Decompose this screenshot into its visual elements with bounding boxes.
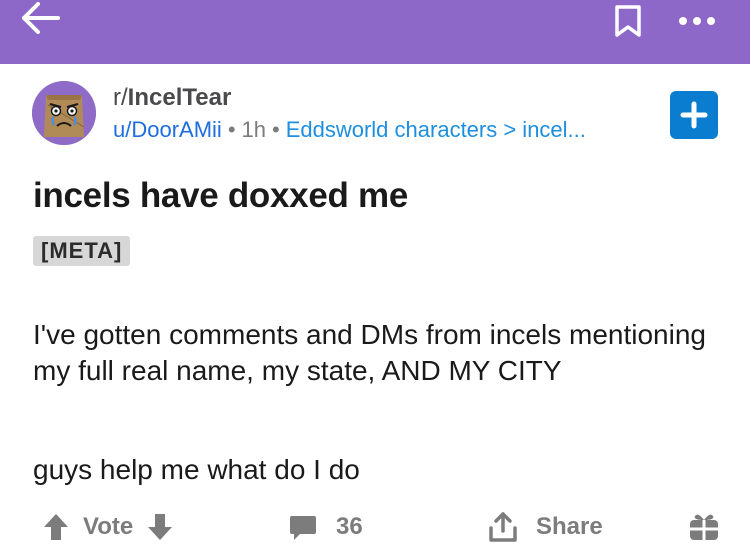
share-icon (489, 512, 517, 542)
comment-icon (290, 516, 316, 540)
vote-label: Vote (83, 513, 134, 540)
arrow-left-icon (22, 2, 60, 34)
comments-button[interactable]: 36 (288, 500, 363, 554)
upvote-button[interactable] (43, 513, 69, 541)
paper-bag-avatar-icon (32, 81, 96, 145)
comment-count: 36 (336, 513, 363, 540)
post-age: 1h (241, 117, 266, 142)
top-app-bar (0, 0, 750, 64)
arrow-up-icon (44, 514, 68, 540)
author-link[interactable]: u/DoorAMii (113, 117, 222, 142)
post-title: incels have doxxed me (33, 176, 408, 215)
post-header: r/IncelTear u/DoorAMii • 1h • Eddsworld char… (0, 64, 750, 164)
arrow-down-icon (148, 514, 173, 540)
user-flair[interactable]: Eddsworld characters > incel... (286, 117, 586, 142)
post-body-paragraph: I've gotten comments and DMs from incels… (33, 319, 706, 386)
gift-icon (690, 514, 718, 540)
save-post-button[interactable] (612, 2, 644, 40)
post-body-paragraph: guys help me what do I do (33, 454, 360, 485)
more-options-button[interactable] (672, 4, 722, 34)
downvote-button[interactable] (147, 513, 173, 541)
meta-separator: • (272, 117, 280, 142)
share-button[interactable]: Share (488, 500, 603, 554)
meta-separator: • (227, 117, 236, 142)
give-award-button[interactable] (688, 510, 720, 542)
back-button[interactable] (18, 0, 62, 40)
more-horizontal-icon (679, 17, 715, 25)
vote-controls: Vote (43, 500, 173, 554)
plus-icon (680, 101, 708, 129)
bookmark-icon (615, 5, 641, 37)
subreddit-name[interactable]: r/IncelTear (113, 84, 231, 112)
subreddit-prefix: r/ (113, 84, 128, 111)
join-subreddit-button[interactable] (670, 91, 718, 139)
post-meta: u/DoorAMii • 1h • Eddsworld characters > inc… (113, 117, 586, 143)
share-label: Share (536, 513, 603, 540)
post-action-bar: Vote 36 Share (0, 500, 750, 554)
subreddit-label: IncelTear (127, 84, 232, 111)
subreddit-avatar[interactable] (32, 81, 96, 145)
post-flair-tag[interactable]: [META] (33, 236, 131, 266)
